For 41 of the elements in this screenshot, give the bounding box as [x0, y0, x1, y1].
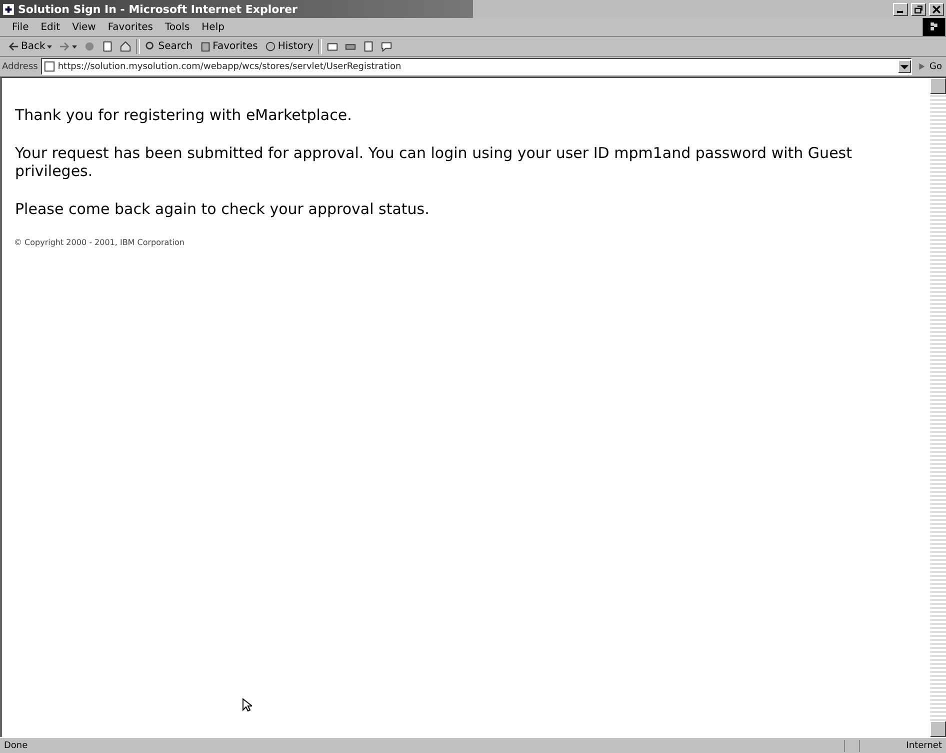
minimize-button[interactable] [893, 2, 908, 16]
browser-icon [2, 2, 15, 16]
house-icon [120, 41, 132, 52]
close-button[interactable] [929, 2, 944, 16]
copyright-text: © Copyright 2000 - 2001, IBM Corporation [14, 238, 186, 247]
page-icon [44, 61, 55, 72]
right-arrow-icon [59, 41, 70, 52]
page-icon [102, 41, 114, 52]
minimize-icon [897, 10, 903, 12]
history-button[interactable]: History [262, 38, 316, 55]
menu-item[interactable]: File [12, 22, 29, 32]
left-arrow-icon [8, 41, 19, 52]
search-button[interactable]: Search [143, 38, 195, 55]
back-button[interactable]: Back [6, 38, 54, 55]
status-text: Done [4, 740, 28, 750]
window-title: Solution Sign In - Microsoft Internet Explorer [18, 2, 298, 16]
message-text: Thank you for registering with eMarketplace. [15, 106, 353, 124]
search-icon [145, 41, 156, 52]
address-label: Address [2, 62, 38, 72]
favorites-button[interactable]: Favorites [198, 38, 260, 55]
mouse-cursor-icon [242, 698, 252, 712]
speech-bubble-icon [381, 41, 392, 52]
menu-item[interactable]: View [72, 22, 96, 32]
caret-icon [72, 44, 78, 48]
menu-item[interactable]: Tools [165, 22, 190, 32]
printer-icon [345, 41, 356, 52]
envelope-icon [327, 41, 338, 52]
document-icon [363, 41, 374, 52]
restore-button[interactable] [911, 2, 926, 16]
menu-item[interactable]: Favorites [108, 22, 154, 32]
menu-item[interactable]: Help [202, 22, 224, 32]
close-icon [931, 4, 942, 14]
caret-icon [47, 44, 52, 48]
go-button[interactable]: Go [914, 61, 944, 72]
address-field[interactable]: https://solution.mysolution.com/webapp/wcs/stores/servlet/UserRegistration [40, 58, 912, 75]
message-text: Your request has been submitted for approval. You can login using your user ID mpm1and password with Guest privileges. [15, 144, 853, 180]
message-text: Please come back again to check your approval status. [15, 200, 430, 218]
restore-icon [913, 4, 924, 14]
menu-item[interactable]: Edit [40, 22, 60, 32]
zone-text: Internet [906, 740, 942, 750]
scrollbar[interactable] [930, 78, 946, 737]
